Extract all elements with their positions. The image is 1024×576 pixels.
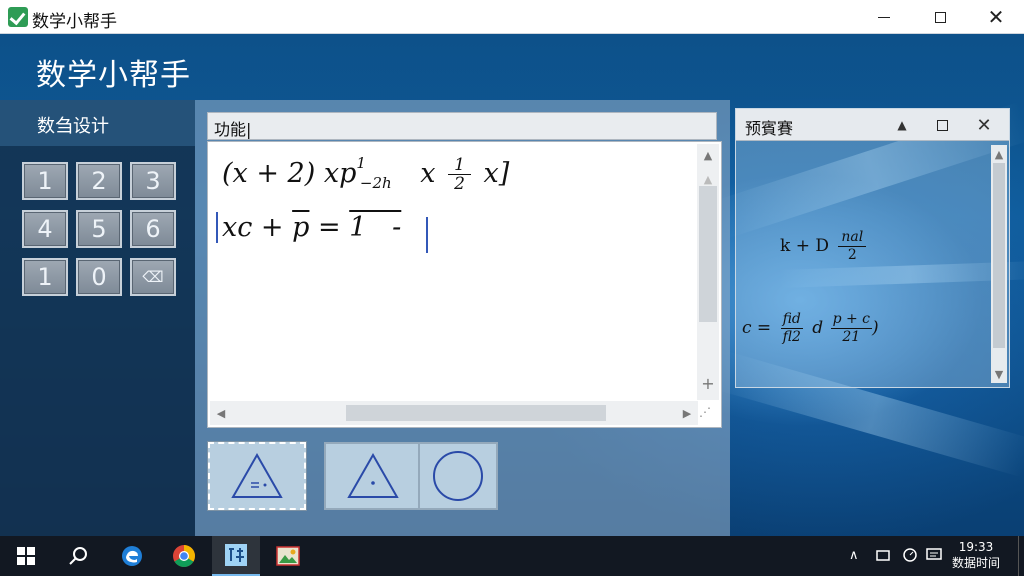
clock-time: 19:33 xyxy=(958,540,994,554)
key-2[interactable]: 2 xyxy=(76,162,122,200)
minimize-icon xyxy=(878,16,890,18)
triangle-dot-button[interactable] xyxy=(324,442,422,510)
close-button[interactable]: ✕ xyxy=(968,0,1024,34)
search-icon xyxy=(69,547,87,565)
window-title: 数学小帮手 xyxy=(32,12,117,32)
show-desktop-button[interactable] xyxy=(1018,536,1024,576)
edge-taskbar-button[interactable] xyxy=(108,536,156,576)
pin-icon[interactable]: ▲ xyxy=(886,109,918,141)
maximize-button[interactable] xyxy=(912,0,968,34)
preview-maximize-button[interactable] xyxy=(926,109,958,141)
close-icon: ✕ xyxy=(987,5,1005,29)
editor-vertical-thumb[interactable] xyxy=(699,186,717,322)
plus-icon[interactable]: + xyxy=(701,374,715,393)
key-1-bottom[interactable]: 1 xyxy=(22,258,68,296)
circle-icon xyxy=(433,451,483,501)
search-button[interactable] xyxy=(54,536,102,576)
math-helper-taskbar-button[interactable] xyxy=(212,536,260,576)
preview-close-button[interactable]: ✕ xyxy=(968,109,1000,141)
key-0[interactable]: 0 xyxy=(76,258,122,296)
key-5[interactable]: 5 xyxy=(76,210,122,248)
circle-button[interactable] xyxy=(418,442,498,510)
editor-header: 功能| xyxy=(207,112,717,140)
preview-header: 预賓賽 ▲ ✕ xyxy=(736,109,1009,141)
resize-grip-icon[interactable]: ⋰ xyxy=(699,405,719,425)
window-titlebar: 数学小帮手 ✕ xyxy=(0,0,1024,34)
preview-vertical-thumb[interactable] xyxy=(993,163,1005,348)
photos-icon xyxy=(276,546,300,566)
math-helper-app-icon xyxy=(225,544,247,566)
windows-icon xyxy=(17,547,35,565)
text-cursor xyxy=(426,217,428,253)
scroll-right-icon[interactable]: ▶ xyxy=(680,406,694,420)
taskbar: ∧ 19:33 数据时间 xyxy=(0,536,1024,576)
formula-line-1[interactable]: (x + 2) xp1−2h x 12 x] xyxy=(222,154,509,193)
left-panel: 数刍设计 1 2 3 4 5 6 1 0 ⌫ xyxy=(0,100,195,536)
scroll-up-disabled-icon: ▲ xyxy=(703,172,713,186)
backspace-key[interactable]: ⌫ xyxy=(130,258,176,296)
tray-chevron-icon[interactable]: ∧ xyxy=(849,548,859,563)
triangle-equals-button[interactable] xyxy=(207,441,307,511)
editor-horizontal-scrollbar[interactable]: ◀ ▶ xyxy=(210,401,698,425)
scroll-left-icon[interactable]: ◀ xyxy=(214,406,228,420)
maximize-icon xyxy=(934,11,946,23)
preview-formula-2: c = fid fl2 d p + c 21 ) xyxy=(742,311,879,345)
app-logo-icon xyxy=(8,7,28,27)
taskbar-clock[interactable]: 19:33 数据时间 xyxy=(952,539,1000,571)
photos-taskbar-button[interactable] xyxy=(264,536,312,576)
formula-line-2[interactable]: xc + p = 1 - xyxy=(216,212,401,243)
preview-panel: 预賓賽 ▲ ✕ k + D nal 2 c = fid fl2 d p + c … xyxy=(735,108,1010,388)
preview-maximize-icon xyxy=(936,119,948,131)
network-icon[interactable] xyxy=(876,548,892,566)
left-panel-header[interactable]: 数刍设计 xyxy=(0,100,195,146)
preview-close-icon: ✕ xyxy=(976,114,992,136)
backspace-icon: ⌫ xyxy=(142,268,164,286)
app-heading: 数学小帮手 xyxy=(36,58,191,93)
formula-editor[interactable]: (x + 2) xp1−2h x 12 x] xc + p = 1 - ▲ ▲ … xyxy=(207,141,722,428)
key-1[interactable]: 1 xyxy=(22,162,68,200)
triangle-equals-icon xyxy=(231,452,283,498)
start-button[interactable] xyxy=(2,536,50,576)
editor-horizontal-thumb[interactable] xyxy=(346,405,606,421)
key-4[interactable]: 4 xyxy=(22,210,68,248)
preview-scroll-up-icon[interactable]: ▲ xyxy=(993,147,1005,161)
chrome-icon xyxy=(173,545,195,567)
key-6[interactable]: 6 xyxy=(130,210,176,248)
scroll-up-icon[interactable]: ▲ xyxy=(701,148,715,162)
volume-icon[interactable] xyxy=(902,548,918,566)
clock-date: 数据时间 xyxy=(951,556,1000,570)
preview-formula-1: k + D nal 2 xyxy=(780,229,867,264)
preview-scroll-down-icon[interactable]: ▼ xyxy=(993,367,1005,381)
minimize-button[interactable] xyxy=(856,0,912,34)
number-keypad: 1 2 3 4 5 6 1 0 ⌫ xyxy=(22,162,176,296)
notification-icon[interactable] xyxy=(926,548,942,566)
editor-vertical-scrollbar[interactable]: ▲ ▲ + xyxy=(697,144,719,400)
triangle-dot-icon xyxy=(347,452,399,498)
chrome-taskbar-button[interactable] xyxy=(160,536,208,576)
preview-title: 预賓賽 xyxy=(745,119,794,138)
key-3[interactable]: 3 xyxy=(130,162,176,200)
preview-vertical-scrollbar[interactable]: ▲ ▼ xyxy=(991,145,1007,383)
editor-panel: 功能| (x + 2) xp1−2h x 12 x] xc + p = 1 - … xyxy=(195,100,730,536)
edge-icon xyxy=(122,546,142,566)
